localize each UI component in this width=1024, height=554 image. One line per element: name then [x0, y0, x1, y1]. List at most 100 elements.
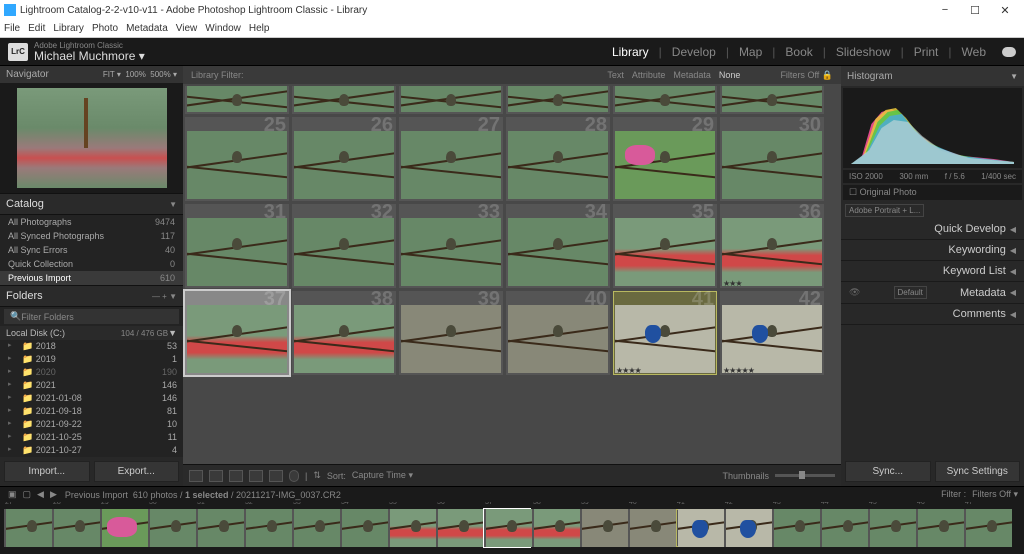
- filmstrip-cell[interactable]: 30: [148, 509, 194, 547]
- go-back-button[interactable]: ◀: [35, 489, 46, 500]
- grid-cell[interactable]: 27: [399, 117, 503, 201]
- people-view-button[interactable]: [269, 470, 283, 482]
- grid-cell[interactable]: 42★★★★★: [720, 291, 824, 375]
- filter-tab-none[interactable]: None: [719, 70, 741, 80]
- grid-cell[interactable]: 37: [185, 291, 289, 375]
- folder-item[interactable]: 📁 2021146: [0, 379, 183, 392]
- comments-panel[interactable]: Comments◀: [841, 304, 1024, 325]
- folder-item[interactable]: 📁 2021-09-2210: [0, 418, 183, 431]
- grid-cell[interactable]: 39: [399, 291, 503, 375]
- disk-volume[interactable]: Local Disk (C:)104 / 476 GB ▼: [0, 326, 183, 340]
- filmstrip-cell[interactable]: 43: [772, 509, 818, 547]
- module-map[interactable]: Map: [739, 45, 762, 59]
- go-forward-button[interactable]: ▶: [48, 489, 59, 500]
- sort-direction-button[interactable]: ⇅: [313, 470, 321, 481]
- quick-develop-panel[interactable]: Quick Develop◀: [841, 219, 1024, 240]
- user-name[interactable]: Michael Muchmore ▾: [34, 50, 145, 62]
- filmstrip-cell[interactable]: 38: [532, 509, 578, 547]
- menu-view[interactable]: View: [176, 23, 198, 34]
- menu-metadata[interactable]: Metadata: [126, 23, 168, 34]
- module-book[interactable]: Book: [785, 45, 812, 59]
- grid-cell[interactable]: [399, 86, 503, 114]
- keywording-panel[interactable]: Keywording◀: [841, 240, 1024, 261]
- menu-window[interactable]: Window: [205, 23, 241, 34]
- filmstrip-cell[interactable]: 36: [436, 509, 482, 547]
- filmstrip-filters-off[interactable]: Filters Off ▾: [972, 489, 1018, 500]
- folder-item[interactable]: 📁 2021-01-08146: [0, 392, 183, 405]
- filter-tab-attribute[interactable]: Attribute: [632, 70, 666, 80]
- folder-item[interactable]: 📁 201853: [0, 340, 183, 353]
- menu-edit[interactable]: Edit: [28, 23, 45, 34]
- folder-item[interactable]: 📁 2021-09-1881: [0, 405, 183, 418]
- module-library[interactable]: Library: [612, 45, 649, 59]
- filmstrip-cell[interactable]: 27: [4, 509, 50, 547]
- grid-cell[interactable]: 38: [292, 291, 396, 375]
- painter-icon[interactable]: [289, 470, 299, 482]
- filmstrip-cell[interactable]: 47: [964, 509, 1010, 547]
- navigator-preview[interactable]: [0, 83, 183, 193]
- filter-folders-input[interactable]: 🔍 Filter Folders: [4, 309, 179, 324]
- folder-item[interactable]: 📁 20191: [0, 353, 183, 366]
- metadata-panel[interactable]: 👁DefaultMetadata◀: [841, 282, 1024, 304]
- second-window-button[interactable]: ▢: [21, 489, 34, 500]
- filmstrip-cell[interactable]: 42: [724, 509, 770, 547]
- keyword-list-panel[interactable]: Keyword List◀: [841, 261, 1024, 282]
- filmstrip[interactable]: 2728293031323334353637383940414243444546…: [0, 502, 1024, 554]
- filters-off-toggle[interactable]: Filters Off 🔒: [780, 70, 833, 81]
- grid-cell[interactable]: [292, 86, 396, 114]
- folder-item[interactable]: 📁 2020190: [0, 366, 183, 379]
- loupe-view-button[interactable]: [209, 470, 223, 482]
- maximize-button[interactable]: ☐: [960, 4, 990, 17]
- menu-help[interactable]: Help: [249, 23, 270, 34]
- main-window-button[interactable]: ▣: [6, 489, 19, 500]
- filter-tab-metadata[interactable]: Metadata: [673, 70, 711, 80]
- sync-settings-button[interactable]: Sync Settings: [935, 461, 1021, 482]
- grid-cell[interactable]: 36★★★: [720, 204, 824, 288]
- filmstrip-cell[interactable]: 41: [676, 509, 722, 547]
- filmstrip-cell[interactable]: 31: [196, 509, 242, 547]
- survey-view-button[interactable]: [249, 470, 263, 482]
- export-button[interactable]: Export...: [94, 461, 180, 482]
- filmstrip-cell[interactable]: 45: [868, 509, 914, 547]
- grid-cell[interactable]: 26: [292, 117, 396, 201]
- filmstrip-cell[interactable]: 34: [340, 509, 386, 547]
- grid-cell[interactable]: [506, 86, 610, 114]
- folders-header[interactable]: Folders— + ▼: [0, 286, 183, 307]
- thumbnail-size-slider[interactable]: [775, 474, 835, 477]
- cloud-sync-icon[interactable]: [1002, 47, 1016, 57]
- module-web[interactable]: Web: [962, 45, 986, 59]
- grid-cell[interactable]: 40: [506, 291, 610, 375]
- grid-cell[interactable]: 33: [399, 204, 503, 288]
- grid-cell[interactable]: 35: [613, 204, 717, 288]
- catalog-item[interactable]: All Sync Errors40: [0, 243, 183, 257]
- original-photo-row[interactable]: ☐ Original Photo: [843, 185, 1022, 200]
- filter-tab-text[interactable]: Text: [607, 70, 624, 80]
- grid-cell[interactable]: [720, 86, 824, 114]
- catalog-item[interactable]: Previous Import610: [0, 271, 183, 285]
- close-button[interactable]: ✕: [990, 4, 1020, 17]
- module-develop[interactable]: Develop: [672, 45, 716, 59]
- folder-item[interactable]: 📁 2021-10-274: [0, 444, 183, 457]
- module-print[interactable]: Print: [914, 45, 939, 59]
- filmstrip-cell[interactable]: 39: [580, 509, 626, 547]
- histogram-header[interactable]: Histogram▼: [841, 66, 1024, 86]
- filmstrip-cell[interactable]: 44: [820, 509, 866, 547]
- filmstrip-cell[interactable]: 33: [292, 509, 338, 547]
- grid-cell[interactable]: 41★★★★: [613, 291, 717, 375]
- import-button[interactable]: Import...: [4, 461, 90, 482]
- compare-view-button[interactable]: [229, 470, 243, 482]
- grid-view-button[interactable]: [189, 470, 203, 482]
- grid-cell[interactable]: 34: [506, 204, 610, 288]
- filmstrip-cell[interactable]: 40: [628, 509, 674, 547]
- catalog-item[interactable]: All Photographs9474: [0, 215, 183, 229]
- grid-cell[interactable]: 29: [613, 117, 717, 201]
- filmstrip-cell[interactable]: 35: [388, 509, 434, 547]
- navigator-header[interactable]: Navigator FIT ▾ 100% 500% ▾: [0, 66, 183, 83]
- grid-cell[interactable]: 30: [720, 117, 824, 201]
- menu-photo[interactable]: Photo: [92, 23, 118, 34]
- filmstrip-cell[interactable]: 46: [916, 509, 962, 547]
- grid-cell[interactable]: [613, 86, 717, 114]
- catalog-item[interactable]: All Synced Photographs117: [0, 229, 183, 243]
- filmstrip-cell[interactable]: 32: [244, 509, 290, 547]
- menu-library[interactable]: Library: [53, 23, 84, 34]
